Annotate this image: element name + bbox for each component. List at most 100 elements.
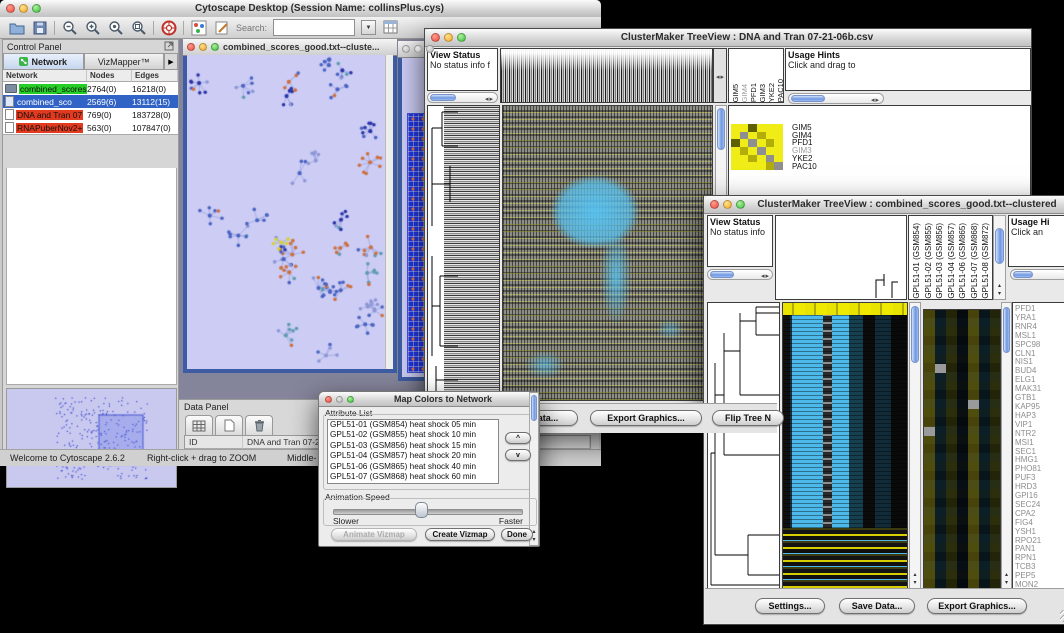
tab-overflow-arrow[interactable]: ▶ <box>164 53 178 69</box>
matrix-cell[interactable] <box>740 132 749 140</box>
export-graphics-button[interactable]: Export Graphics... <box>590 410 702 426</box>
main-titlebar[interactable]: Cytoscape Desktop (Session Name: collins… <box>0 0 601 18</box>
column-dendrogram[interactable] <box>500 48 713 103</box>
matrix-cell[interactable] <box>740 147 749 155</box>
heatmap-vscrollbar[interactable]: ▴ ▾ <box>909 302 921 589</box>
flip-tree-button[interactable]: Flip Tree N <box>712 410 784 426</box>
array-label[interactable]: GPL51-04 (GSM857) <box>946 223 958 299</box>
settings-button[interactable]: Settings... <box>755 598 825 614</box>
matrix-cell[interactable] <box>766 147 775 155</box>
matrix-cell[interactable] <box>774 147 783 155</box>
animation-speed-slider[interactable] <box>333 509 523 515</box>
scroll-thumb[interactable] <box>791 95 825 102</box>
scroll-thumb[interactable] <box>911 306 919 363</box>
matrix-cell[interactable] <box>757 155 766 163</box>
annotation-icon[interactable] <box>213 19 230 36</box>
network-table-row[interactable]: combined_scores 2764(0) 16218(0) <box>3 82 178 95</box>
scroll-thumb[interactable] <box>1003 307 1010 353</box>
matrix-cell[interactable] <box>748 124 757 132</box>
network-table-row[interactable]: DNA and Tran 07 769(0) 183728(0) <box>3 108 178 121</box>
open-folder-icon[interactable] <box>8 19 25 36</box>
matrix-cell[interactable] <box>766 124 775 132</box>
matrix-cell[interactable] <box>740 124 749 132</box>
column-label[interactable]: GIM3 <box>758 84 767 102</box>
zoom-window-button[interactable] <box>736 200 745 209</box>
search-input[interactable] <box>273 19 355 36</box>
matrix-cell[interactable] <box>731 162 740 170</box>
matrix-cell[interactable] <box>748 155 757 163</box>
treeview2-titlebar[interactable]: ClusterMaker TreeView : combined_scores_… <box>704 196 1064 214</box>
scroll-thumb[interactable] <box>995 228 1004 264</box>
matrix-cell[interactable] <box>740 139 749 147</box>
minimize-button[interactable] <box>19 4 28 13</box>
export-graphics-button[interactable]: Export Graphics... <box>927 598 1027 614</box>
zoom-window-button[interactable] <box>426 45 434 53</box>
matrix-cell[interactable] <box>748 132 757 140</box>
zoom-fit-icon[interactable] <box>130 19 147 36</box>
column-label[interactable]: YKE2 <box>767 83 776 102</box>
vizmap-icon[interactable] <box>190 19 207 36</box>
matrix-cell[interactable] <box>748 139 757 147</box>
matrix-cell[interactable] <box>757 124 766 132</box>
labels-vscrollbar[interactable]: ▴ ▾ <box>993 215 1006 300</box>
row-label[interactable]: PAC10 <box>792 163 817 171</box>
network-table-row[interactable]: RNAPuberNov2+ 563(0) 107847(0) <box>3 121 178 134</box>
resize-grip[interactable] <box>1060 610 1064 622</box>
matrix-cell[interactable] <box>748 147 757 155</box>
zoom-selected-icon[interactable] <box>107 19 124 36</box>
move-up-button[interactable]: ^ <box>505 432 531 444</box>
network-canvas[interactable] <box>187 55 386 366</box>
zoom-heatmap[interactable] <box>923 309 1001 589</box>
close-button[interactable] <box>325 396 332 403</box>
matrix-cell[interactable] <box>774 155 783 163</box>
matrix-cell[interactable] <box>731 139 740 147</box>
column-label[interactable]: GIM5 <box>731 84 740 102</box>
tab-vizmapper[interactable]: VizMapper™ <box>84 53 165 69</box>
matrix-cell[interactable] <box>757 147 766 155</box>
zoom-window-button[interactable] <box>347 396 354 403</box>
create-vizmap-button[interactable]: Create Vizmap <box>425 528 495 541</box>
matrix-cell[interactable] <box>757 132 766 140</box>
matrix-cell[interactable] <box>740 155 749 163</box>
grid-view-icon[interactable] <box>185 415 213 435</box>
overview-canvas[interactable] <box>7 389 174 485</box>
array-label[interactable]: GPL51-08 (GSM872) <box>980 223 992 299</box>
matrix-cell[interactable] <box>740 162 749 170</box>
dialog-titlebar[interactable]: Map Colors to Network <box>319 392 539 407</box>
usage-hints-hscrollbar[interactable]: ◂▸ <box>788 93 884 104</box>
matrix-cell[interactable] <box>731 147 740 155</box>
birdseye-overview[interactable] <box>6 388 177 488</box>
network-table-row[interactable]: combined_sco 2569(6) 13112(15) <box>3 95 178 108</box>
slider-thumb[interactable] <box>415 502 428 518</box>
attribute-item[interactable]: GPL51-07 (GSM868) heat shock 60 min <box>328 472 498 482</box>
matrix-cell[interactable] <box>774 124 783 132</box>
array-label[interactable]: GPL51-07 (GSM868) <box>969 223 981 299</box>
close-button[interactable] <box>402 45 410 53</box>
close-button[interactable] <box>431 33 440 42</box>
minimize-button[interactable] <box>199 43 207 51</box>
close-button[interactable] <box>187 43 195 51</box>
column-dendrogram[interactable] <box>775 215 907 300</box>
matrix-cell[interactable] <box>731 155 740 163</box>
treeview1-titlebar[interactable]: ClusterMaker TreeView : DNA and Tran 07-… <box>425 29 1031 47</box>
gene-list-vscrollbar[interactable]: ▴ ▾ <box>1001 302 1012 589</box>
view-status-hscrollbar[interactable]: ◂▸ <box>707 269 773 280</box>
minimize-button[interactable] <box>336 396 343 403</box>
matrix-cell[interactable] <box>766 155 775 163</box>
scroll-thumb[interactable] <box>430 94 456 101</box>
float-panel-icon[interactable] <box>164 41 174 53</box>
close-button[interactable] <box>6 4 15 13</box>
move-down-button[interactable]: v <box>505 449 531 461</box>
zoom-out-icon[interactable] <box>61 19 78 36</box>
matrix-cell[interactable] <box>766 132 775 140</box>
matrix-cell[interactable] <box>748 162 757 170</box>
attribute-item[interactable]: GPL51-04 (GSM857) heat shock 20 min <box>328 451 498 461</box>
global-heatmap[interactable] <box>782 302 908 589</box>
tab-network[interactable]: Network <box>3 53 84 69</box>
save-data-button[interactable]: Save Data... <box>839 598 915 614</box>
new-document-icon[interactable] <box>215 415 243 435</box>
minimize-button[interactable] <box>414 45 422 53</box>
attribute-item[interactable]: GPL51-06 (GSM865) heat shock 40 min <box>328 462 498 472</box>
scroll-thumb[interactable] <box>717 108 725 150</box>
search-dropdown-icon[interactable]: ▼ <box>361 20 376 35</box>
